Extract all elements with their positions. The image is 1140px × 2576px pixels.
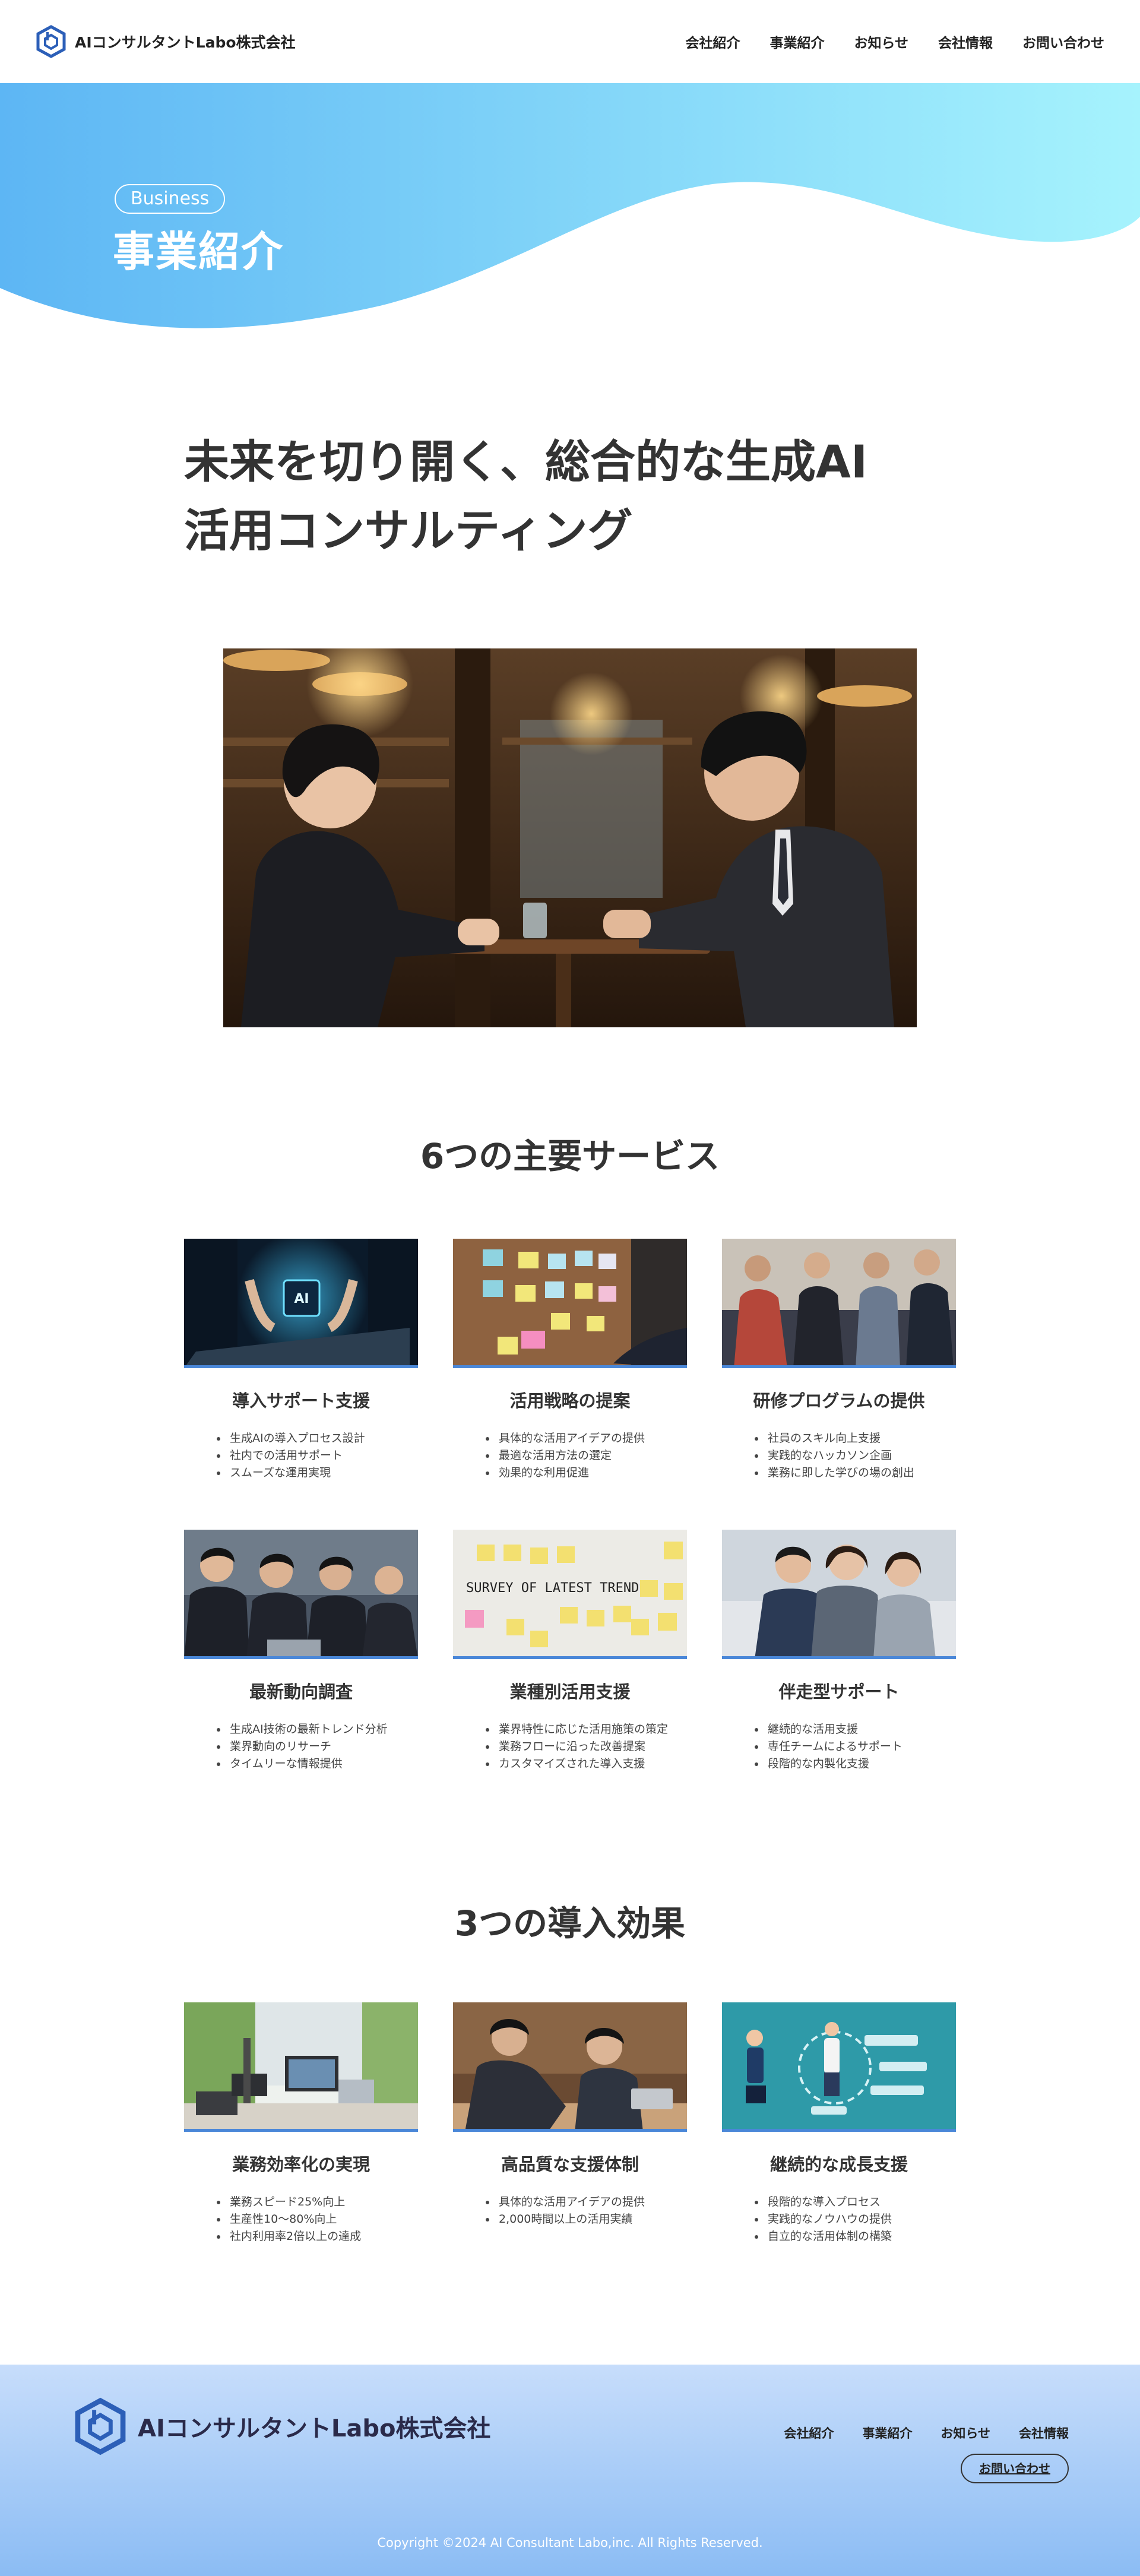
board-heading-text: SURVEY OF LATEST TRENDS	[466, 1581, 647, 1596]
service-point: 業界特性に応じた活用施策の策定	[486, 1721, 687, 1738]
service-point: 段階的な内製化支援	[755, 1755, 956, 1773]
effect-title: 継続的な成長支援	[770, 2154, 908, 2175]
page-hero: Business 事業紹介	[0, 83, 1140, 356]
service-points: 具体的な活用アイデアの提供 最適な活用方法の選定 効果的な利用促進	[453, 1430, 687, 1482]
ai-chip-label: AI	[294, 1292, 309, 1306]
footer-link-company-info[interactable]: 会社情報	[1019, 2424, 1069, 2442]
service-point: 実践的なハッカソン企画	[755, 1447, 956, 1464]
effect-card-quality-support: 高品質な支援体制 具体的な活用アイデアの提供 2,000時間以上の活用実績	[453, 2002, 687, 2228]
service-image-ai-chip: AI	[184, 1239, 418, 1368]
main-nav: 会社紹介 事業紹介 お知らせ 会社情報 お問い合わせ	[685, 31, 1104, 52]
service-point: 社内での活用サポート	[217, 1447, 418, 1464]
footer-link-news[interactable]: お知らせ	[940, 2424, 990, 2442]
service-point: カスタマイズされた導入支援	[486, 1755, 687, 1773]
effect-card-growth-support: 継続的な成長支援 段階的な導入プロセス 実践的なノウハウの提供 自立的な活用体制…	[722, 2002, 956, 2245]
service-point: 効果的な利用促進	[486, 1464, 687, 1482]
service-title: 業種別活用支援	[509, 1682, 631, 1702]
service-point: 生成AI技術の最新トレンド分析	[217, 1721, 418, 1738]
footer-link-company-intro[interactable]: 会社紹介	[784, 2424, 834, 2442]
nav-link-company-intro[interactable]: 会社紹介	[685, 31, 740, 52]
effect-point: 業務スピード25%向上	[217, 2194, 418, 2211]
effect-point: 社内利用率2倍以上の達成	[217, 2228, 418, 2245]
service-image-business-team	[184, 1530, 418, 1659]
effect-point: 自立的な活用体制の構築	[755, 2228, 956, 2245]
service-card-strategy-proposal: 活用戦略の提案 具体的な活用アイデアの提供 最適な活用方法の選定 効果的な利用促…	[453, 1239, 687, 1482]
service-points: 生成AIの導入プロセス設計 社内での活用サポート スムーズな運用実現	[184, 1430, 418, 1482]
effect-point: 2,000時間以上の活用実績	[486, 2211, 687, 2228]
service-point: 社員のスキル向上支援	[755, 1430, 956, 1447]
services-section-title: 6つの主要サービス	[420, 1136, 720, 1176]
footer-logo[interactable]: AIコンサルタントLabo株式会社	[74, 2397, 490, 2456]
service-title: 研修プログラムの提供	[753, 1391, 925, 1411]
intro-heading-line-2: 活用コンサルティング	[184, 504, 633, 557]
effect-point: 実践的なノウハウの提供	[755, 2211, 956, 2228]
logo-text: AIコンサルタントLabo株式会社	[75, 34, 296, 51]
hexagon-logo-icon	[36, 25, 66, 58]
service-point: 生成AIの導入プロセス設計	[217, 1430, 418, 1447]
hero-badge: Business	[115, 184, 226, 214]
nav-link-business[interactable]: 事業紹介	[770, 31, 824, 52]
service-image-support-team	[722, 1530, 956, 1659]
site-logo[interactable]: AIコンサルタントLabo株式会社	[36, 25, 296, 58]
service-card-introduction-support: AI 導入サポート支援 生成AIの導入プロセス設計 社内での活用サポート スムー…	[184, 1239, 418, 1482]
effect-points: 業務スピード25%向上 生産性10〜80%向上 社内利用率2倍以上の達成	[184, 2194, 418, 2245]
intro-heading: 未来を切り開く、総合的な生成AI 活用コンサルティング	[184, 428, 956, 565]
service-card-industry-support: SURVEY OF LATEST TRENDS 業種別活用支援 業界特性に応じた…	[453, 1530, 687, 1773]
service-point: 業界動向のリサーチ	[217, 1738, 418, 1755]
service-image-training-seminar	[722, 1239, 956, 1368]
service-points: 社員のスキル向上支援 実践的なハッカソン企画 業務に即した学びの場の創出	[722, 1430, 956, 1482]
nav-link-contact[interactable]: お問い合わせ	[1022, 31, 1104, 52]
consultation-photo	[223, 648, 917, 1027]
service-points: 業界特性に応じた活用施策の策定 業務フローに沿った改善提案 カスタマイズされた導…	[453, 1721, 687, 1773]
footer-contact-button[interactable]: お問い合わせ	[961, 2454, 1069, 2483]
service-card-accompanying-support: 伴走型サポート 継続的な活用支援 専任チームによるサポート 段階的な内製化支援	[722, 1530, 956, 1773]
service-point: 業務フローに沿った改善提案	[486, 1738, 687, 1755]
service-card-trend-research: 最新動向調査 生成AI技術の最新トレンド分析 業界動向のリサーチ タイムリーな情…	[184, 1530, 418, 1773]
nav-link-news[interactable]: お知らせ	[854, 31, 908, 52]
effect-image-growth-illustration	[722, 2002, 956, 2132]
service-title: 活用戦略の提案	[509, 1391, 631, 1411]
nav-link-company-info[interactable]: 会社情報	[938, 31, 993, 52]
footer-link-business[interactable]: 事業紹介	[862, 2424, 912, 2442]
effect-point: 生産性10〜80%向上	[217, 2211, 418, 2228]
service-point: 専任チームによるサポート	[755, 1738, 956, 1755]
footer-logo-text: AIコンサルタントLabo株式会社	[138, 2415, 491, 2442]
service-points: 生成AI技術の最新トレンド分析 業界動向のリサーチ タイムリーな情報提供	[184, 1721, 418, 1773]
effect-image-consulting-meeting	[453, 2002, 687, 2132]
hexagon-logo-icon	[75, 2397, 126, 2455]
page-title: 事業紹介	[113, 227, 284, 276]
effect-points: 段階的な導入プロセス 実践的なノウハウの提供 自立的な活用体制の構築	[722, 2194, 956, 2245]
effect-points: 具体的な活用アイデアの提供 2,000時間以上の活用実績	[453, 2194, 687, 2228]
effect-title: 業務効率化の実現	[232, 2154, 370, 2175]
footer-nav: 会社紹介 事業紹介 お知らせ 会社情報	[784, 2424, 1069, 2442]
service-title: 導入サポート支援	[232, 1391, 370, 1411]
service-image-sticky-notes-board	[453, 1239, 687, 1368]
service-point: 具体的な活用アイデアの提供	[486, 1430, 687, 1447]
effect-card-efficiency: 業務効率化の実現 業務スピード25%向上 生産性10〜80%向上 社内利用率2倍…	[184, 2002, 418, 2245]
service-point: スムーズな運用実現	[217, 1464, 418, 1482]
service-title: 最新動向調査	[249, 1682, 353, 1702]
service-point: 最適な活用方法の選定	[486, 1447, 687, 1464]
effect-point: 具体的な活用アイデアの提供	[486, 2194, 687, 2211]
service-point: タイムリーな情報提供	[217, 1755, 418, 1773]
service-point: 業務に即した学びの場の創出	[755, 1464, 956, 1482]
service-point: 継続的な活用支援	[755, 1721, 956, 1738]
intro-heading-line-1: 未来を切り開く、総合的な生成AI	[184, 435, 868, 488]
effects-section-title: 3つの導入効果	[454, 1903, 686, 1944]
site-footer: AIコンサルタントLabo株式会社 会社紹介 事業紹介 お知らせ 会社情報 お問…	[0, 2365, 1140, 2576]
service-card-training-program: 研修プログラムの提供 社員のスキル向上支援 実践的なハッカソン企画 業務に即した…	[722, 1239, 956, 1482]
effect-image-office-desk	[184, 2002, 418, 2132]
copyright-text: Copyright ©2024 AI Consultant Labo,inc. …	[377, 2536, 763, 2550]
service-title: 伴走型サポート	[778, 1682, 900, 1702]
service-image-trends-board: SURVEY OF LATEST TRENDS	[453, 1530, 687, 1659]
site-header: AIコンサルタントLabo株式会社 会社紹介 事業紹介 お知らせ 会社情報 お問…	[0, 0, 1140, 83]
service-points: 継続的な活用支援 専任チームによるサポート 段階的な内製化支援	[722, 1721, 956, 1773]
effect-point: 段階的な導入プロセス	[755, 2194, 956, 2211]
effect-title: 高品質な支援体制	[501, 2154, 639, 2175]
